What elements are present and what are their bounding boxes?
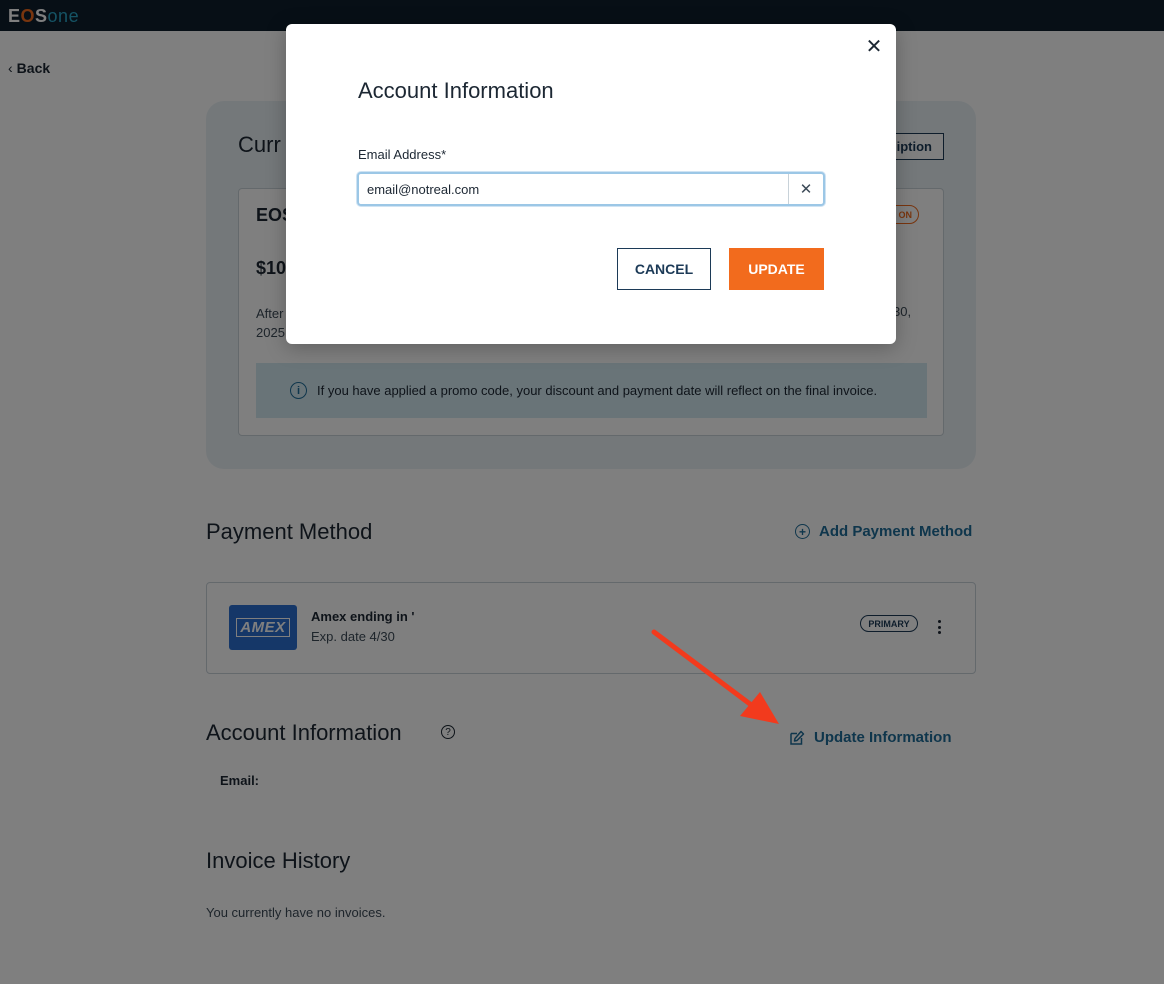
annotation-arrow-icon [651, 629, 779, 724]
close-icon[interactable]: ✕ [864, 36, 884, 58]
update-button[interactable]: UPDATE [729, 248, 824, 290]
email-input[interactable] [359, 174, 789, 204]
cancel-button[interactable]: CANCEL [617, 248, 711, 290]
clear-input-icon[interactable]: ✕ [788, 174, 823, 204]
email-field: ✕ [357, 172, 825, 206]
modal-title: Account Information [358, 78, 554, 103]
email-address-label: Email Address* [358, 147, 447, 162]
